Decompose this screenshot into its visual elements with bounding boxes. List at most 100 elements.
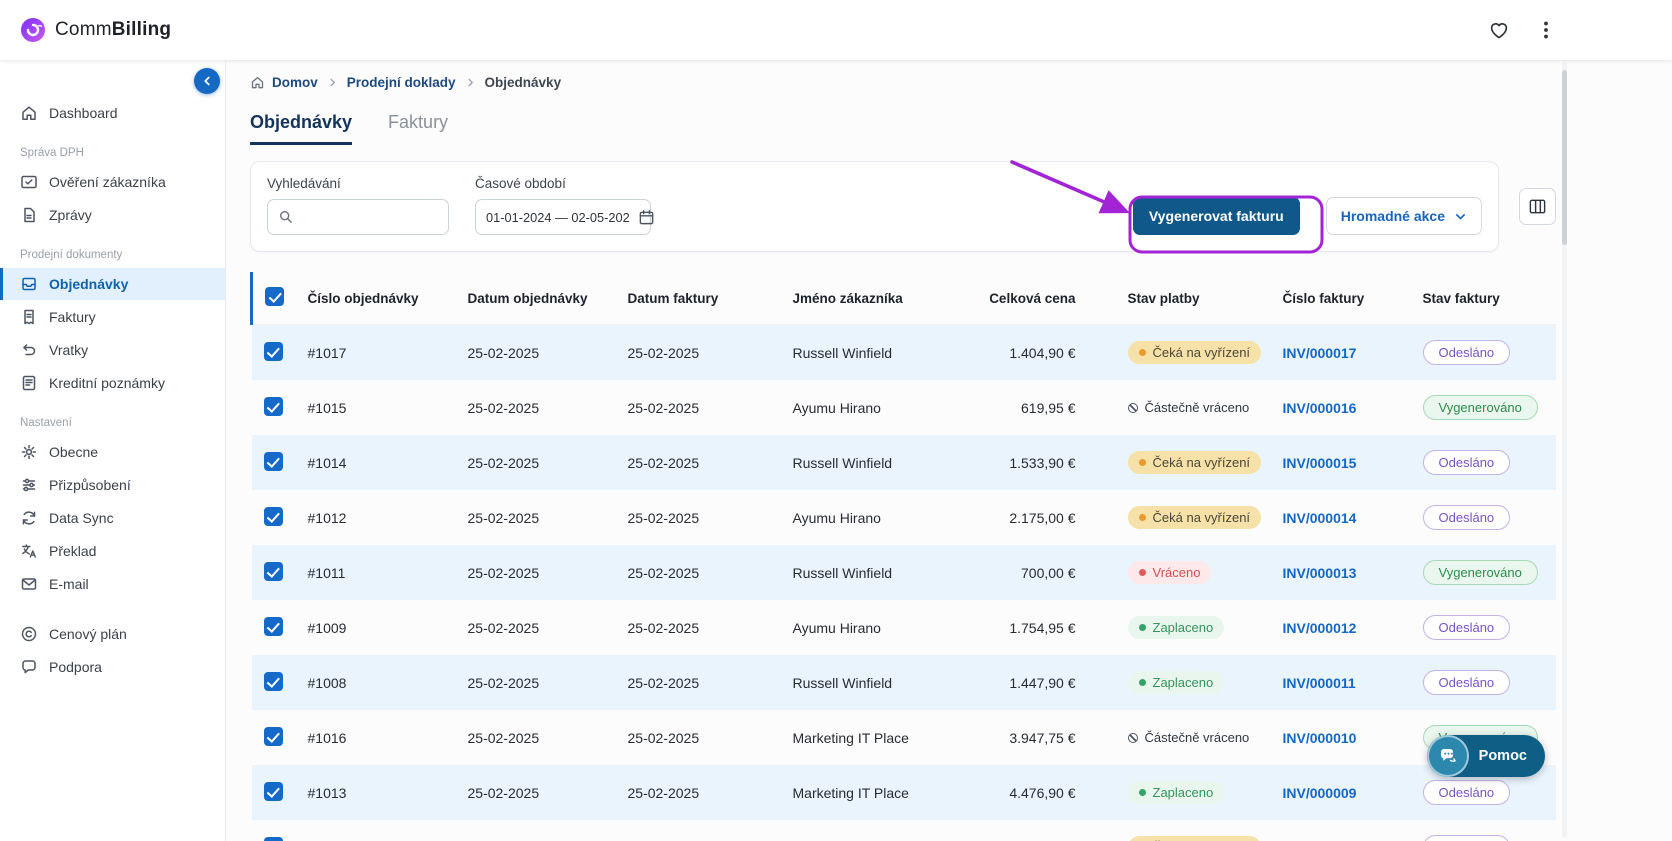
generate-invoice-button[interactable]: Vygenerovat fakturu (1132, 197, 1300, 235)
customer-name: Russell Winfield (792, 454, 893, 471)
invoice-number-cell: INV/000010 (1273, 710, 1413, 765)
status-dot (1138, 514, 1146, 521)
order-date: 25-02-2025 (467, 674, 540, 691)
sidebar-item-podpora[interactable]: Podpora (0, 651, 225, 683)
invoice-number-cell: INV/000013 (1273, 545, 1413, 600)
pricing-icon (20, 625, 38, 643)
overflow-menu-icon[interactable] (1536, 18, 1556, 42)
order-number: #1009 (307, 619, 347, 636)
payment-status-badge: Zaplaceno (1127, 781, 1225, 804)
help-button[interactable]: Pomoc (1426, 735, 1545, 777)
invoice-link[interactable]: INV/000017 (1283, 345, 1357, 361)
sidebar-item-label: Přizpůsobení (49, 477, 131, 493)
invoice-status-badge: Odesláno (1422, 450, 1511, 475)
bulk-actions-label: Hromadné akce (1340, 208, 1445, 224)
sidebar-item-dashboard[interactable]: Dashboard (0, 97, 225, 129)
sidebar-item-cenovy-plan[interactable]: Cenový plán (0, 618, 225, 650)
payment-status-label: Čeká na vyřízení (1152, 510, 1251, 525)
sidebar-item-kreditni-poznamky[interactable]: Kreditní poznámky (0, 367, 225, 399)
row-checkbox[interactable] (263, 616, 283, 636)
invoice-link[interactable]: INV/000014 (1283, 510, 1357, 526)
favorite-heart-icon[interactable] (1488, 19, 1510, 41)
invoice-status-badge: Odesláno (1422, 670, 1511, 695)
order-number: #1013 (307, 784, 347, 801)
order-number: #1014 (307, 454, 347, 471)
sidebar-item-obecne[interactable]: Obecne (0, 436, 225, 468)
payment-status-cell: Zaplaceno (1088, 655, 1273, 710)
invoice-link[interactable]: INV/000010 (1283, 730, 1357, 746)
sidebar-item-zpravy[interactable]: Zprávy (0, 199, 225, 231)
report-icon (20, 206, 38, 224)
sidebar-item-overeni-zakaznika[interactable]: Ověření zákazníka (0, 166, 225, 198)
status-dot (1138, 789, 1146, 796)
row-checkbox[interactable] (263, 781, 283, 801)
search-input[interactable] (302, 209, 438, 225)
order-date: 25-02-2025 (467, 509, 540, 526)
invoice-link[interactable]: INV/000015 (1283, 455, 1357, 471)
invoice-number-cell: INV/000011 (1273, 655, 1413, 710)
tab-faktury[interactable]: Faktury (388, 112, 448, 145)
payment-status-badge: Čeká na vyřízení (1127, 451, 1262, 474)
home-icon (250, 75, 265, 90)
total-price: 1.404,90 € (1009, 344, 1076, 361)
table-row: #1012 25-02-2025 25-02-2025 Ayumu Hirano… (252, 490, 1557, 545)
sidebar-item-label: Překlad (49, 543, 97, 559)
row-checkbox[interactable] (263, 451, 283, 471)
invoice-date: 25-02-2025 (627, 564, 700, 581)
table-row: #1016 25-02-2025 25-02-2025 Marketing IT… (252, 710, 1557, 765)
invoice-date: 25-02-2025 (627, 454, 700, 471)
invoice-status-cell: Vygenerováno (1413, 545, 1557, 600)
breadcrumb-prodejni-doklady[interactable]: Prodejní doklady (347, 75, 456, 90)
table-row: #1017 25-02-2025 25-02-2025 Russell Winf… (251, 324, 1556, 380)
customer-name: Russell Winfield (792, 564, 893, 581)
select-all-checkbox[interactable] (265, 287, 284, 306)
row-checkbox[interactable] (263, 561, 283, 581)
payment-status-label: Čeká na vyřízení (1152, 455, 1251, 470)
sidebar-item-objednavky[interactable]: Objednávky (0, 268, 225, 300)
sidebar-item-preklad[interactable]: Překlad (0, 535, 225, 567)
row-checkbox[interactable] (263, 671, 283, 691)
row-checkbox[interactable] (263, 726, 283, 746)
customer-name: Ayumu Hirano (792, 399, 881, 416)
payment-status-cell: Čeká na vyřízení (1088, 490, 1273, 545)
customer-name: Marketing IT Place (792, 729, 909, 746)
gear-icon (20, 443, 38, 461)
main-content: Domov Prodejní doklady Objednávky Objedn… (226, 60, 1672, 841)
invoice-link[interactable]: INV/000013 (1283, 565, 1357, 581)
invoice-link[interactable]: INV/000009 (1283, 785, 1357, 801)
scrollbar[interactable] (1562, 62, 1567, 838)
sidebar-item-vratky[interactable]: Vratky (0, 334, 225, 366)
sidebar-item-data-sync[interactable]: Data Sync (0, 502, 225, 534)
column-header-customer: Jméno zákazníka (782, 272, 953, 325)
sidebar-item-label: Objednávky (49, 276, 129, 292)
invoice-link[interactable]: INV/000012 (1283, 620, 1357, 636)
breadcrumb-home[interactable]: Domov (250, 75, 318, 90)
customer-name: Russell Winfield (792, 344, 893, 361)
table-row: #1011 25-02-2025 25-02-2025 Russell Winf… (251, 545, 1557, 600)
period-label: Časové období (475, 176, 566, 191)
scrollbar-thumb[interactable] (1562, 70, 1567, 245)
date-range-input[interactable]: 01-01-2024 — 02-05-202 (475, 199, 654, 235)
sidebar-collapse-button[interactable] (194, 68, 220, 94)
bulk-actions-button[interactable]: Hromadné akce (1325, 197, 1482, 235)
checkbox-cell (252, 545, 298, 600)
row-checkbox[interactable] (263, 836, 283, 841)
invoice-icon (20, 308, 38, 326)
tab-objednavky[interactable]: Objednávky (250, 112, 353, 145)
invoice-date: 25-02-2025 (618, 820, 783, 841)
row-checkbox[interactable] (263, 341, 283, 361)
invoice-link[interactable]: INV/000016 (1283, 400, 1357, 416)
row-checkbox[interactable] (263, 506, 283, 526)
row-checkbox[interactable] (263, 396, 283, 416)
sidebar-item-prizpusobeni[interactable]: Přizpůsobení (0, 469, 225, 501)
chevron-right-icon (465, 77, 476, 88)
payment-status-label: Čeká na vyřízení (1152, 345, 1251, 360)
sidebar-item-email[interactable]: E-mail (0, 568, 225, 600)
column-settings-button[interactable] (1519, 188, 1556, 225)
sidebar-item-faktury[interactable]: Faktury (0, 301, 225, 333)
status-dot (1127, 402, 1138, 413)
invoice-link[interactable]: INV/000011 (1283, 675, 1356, 691)
breadcrumb-label: Domov (272, 75, 318, 90)
order-date: 25-02-2025 (467, 784, 540, 801)
customer-name: Ayumu Hirano (792, 509, 881, 526)
